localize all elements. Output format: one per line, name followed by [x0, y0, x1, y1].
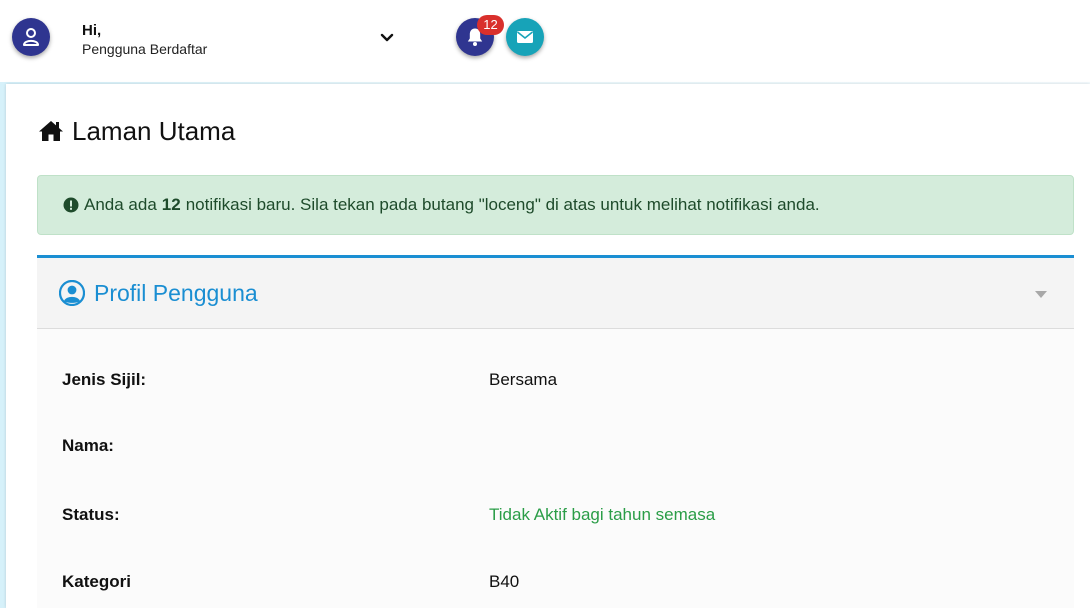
notification-alert: Anda ada 12 notifikasi baru. Sila tekan … — [37, 175, 1074, 235]
chevron-down-icon — [380, 33, 394, 42]
profile-card: Profil Pengguna Jenis Sijil: Bersama Nam… — [37, 255, 1074, 608]
alert-text-suffix: notifikasi baru. Sila tekan pada butang … — [185, 195, 820, 214]
user-menu-dropdown[interactable] — [379, 30, 395, 46]
page-title-text: Laman Utama — [72, 115, 236, 146]
exclamation-circle-icon — [63, 197, 79, 213]
user-role-label: Pengguna Berdaftar — [82, 41, 208, 57]
collapse-toggle[interactable] — [1035, 289, 1047, 299]
alert-text-prefix: Anda ada — [84, 195, 157, 214]
field-value: Bersama — [489, 370, 558, 389]
profile-card-title: Profil Pengguna — [94, 279, 258, 306]
field-label: Status: — [62, 505, 120, 524]
field-label: Kategori — [62, 572, 131, 591]
user-avatar-button[interactable] — [12, 18, 50, 56]
user-circle-icon — [59, 280, 85, 306]
profile-card-header[interactable]: Profil Pengguna — [37, 258, 1074, 329]
envelope-icon — [517, 31, 533, 43]
page-title: Laman Utama — [38, 116, 235, 146]
field-label: Jenis Sijil: — [62, 370, 147, 389]
messages-button[interactable] — [506, 18, 544, 56]
notification-count-badge: 12 — [477, 15, 504, 35]
status-value: Tidak Aktif bagi tahun semasa — [489, 505, 716, 524]
greeting-text: Hi, — [82, 22, 102, 39]
field-label: Nama: — [62, 436, 114, 455]
top-navbar: Hi, Pengguna Berdaftar 12 — [0, 0, 1090, 82]
caret-down-icon — [1035, 290, 1047, 298]
home-icon — [39, 121, 63, 141]
user-icon — [23, 28, 39, 46]
alert-count: 12 — [161, 195, 181, 214]
field-value: B40 — [489, 572, 520, 591]
